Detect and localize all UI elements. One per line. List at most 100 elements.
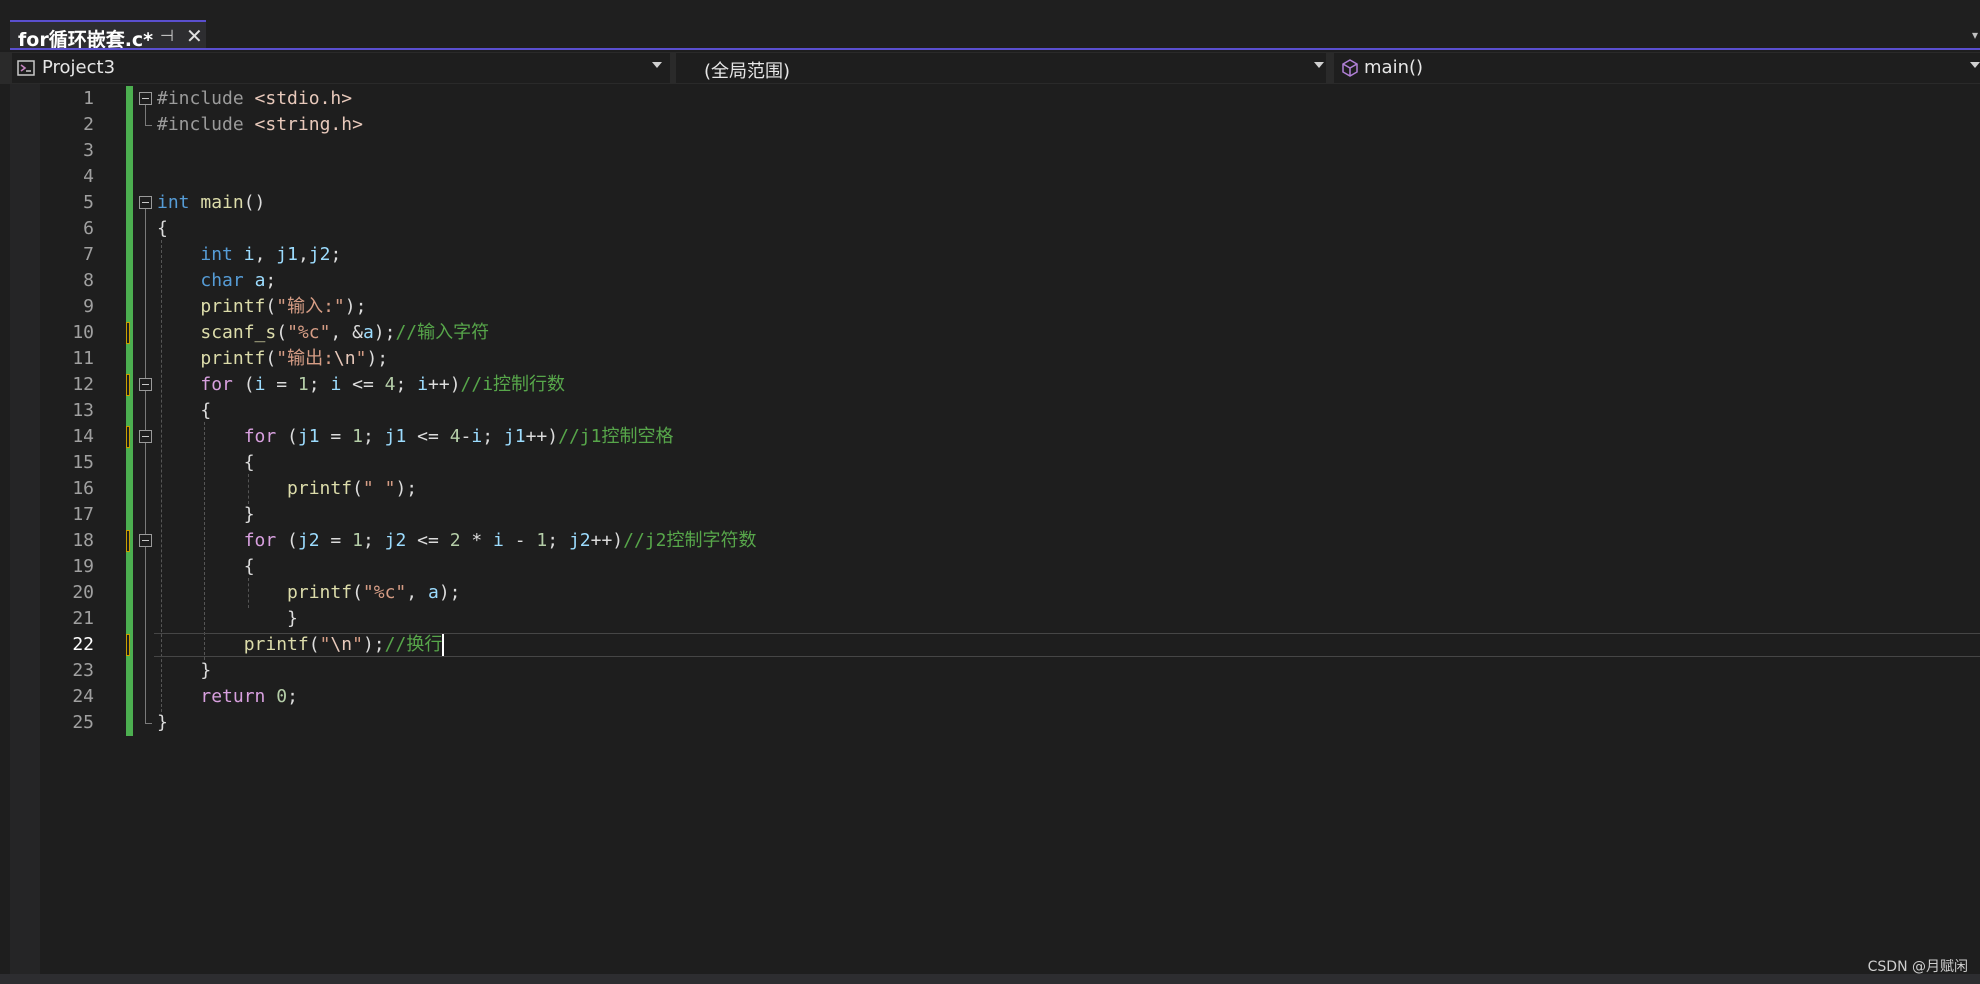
code-token: , [297, 244, 309, 265]
line-number: 20 [72, 582, 94, 603]
code-line[interactable]: } [157, 658, 211, 684]
code-line[interactable]: int i, j1,j2; [157, 242, 341, 268]
code-line[interactable]: scanf_s("%c", &a);//输入字符 [157, 320, 489, 346]
collapse-toggle-icon[interactable] [139, 430, 152, 443]
text-cursor [442, 634, 445, 656]
code-token: ++) [590, 530, 624, 551]
code-line[interactable]: printf("输入:"); [157, 294, 366, 320]
code-line[interactable]: for (i = 1; i <= 4; i++)//i控制行数 [157, 372, 565, 398]
code-line[interactable]: printf("\n");//换行 [157, 632, 443, 658]
code-token: ( [265, 296, 277, 317]
code-token: ); [344, 296, 367, 317]
line-number: 17 [72, 504, 94, 525]
line-number: 18 [72, 530, 94, 551]
line-number: 23 [72, 660, 94, 681]
code-line[interactable]: printf("输出:\n"); [157, 346, 388, 372]
code-token: i [417, 374, 429, 395]
code-line[interactable]: } [157, 710, 168, 736]
collapse-toggle-icon[interactable] [139, 92, 152, 105]
collapse-toggle-icon[interactable] [139, 534, 152, 547]
code-token: //j2控制字符数 [623, 530, 757, 551]
tab-accent-line [10, 48, 1980, 50]
code-token: printf [243, 634, 309, 655]
code-token: 1 [352, 530, 363, 551]
tab-for-loop-file[interactable]: for循环嵌套.c* ⊣ ✕ [10, 20, 206, 51]
document-tab-strip: for循环嵌套.c* ⊣ ✕ ▾ [0, 0, 1980, 51]
code-line[interactable]: printf(" "); [157, 476, 417, 502]
chevron-down-icon [1314, 62, 1324, 68]
line-number: 15 [72, 452, 94, 473]
code-token: , [406, 582, 428, 603]
code-line[interactable]: } [157, 606, 298, 632]
editor-bottom-strip [0, 974, 1980, 984]
code-token: ; [395, 374, 418, 395]
chevron-down-icon [652, 62, 662, 68]
collapse-toggle-icon[interactable] [139, 378, 152, 391]
code-line[interactable]: return 0; [157, 684, 298, 710]
member-dropdown[interactable]: main() [1334, 53, 1980, 83]
code-editor[interactable]: 1 #include <stdio.h> 2 #include <string.h> 3… [0, 84, 1980, 974]
code-line[interactable]: { [157, 554, 255, 580]
code-token: ++) [525, 426, 559, 447]
code-line[interactable]: int main() [157, 190, 265, 216]
code-token: j2 [384, 530, 407, 551]
code-token: j2 [297, 530, 320, 551]
chevron-down-icon [1970, 62, 1980, 68]
line-number: 11 [72, 348, 94, 369]
code-token: j1 [503, 426, 526, 447]
collapse-toggle-icon[interactable] [139, 196, 152, 209]
code-token: 0 [276, 686, 288, 707]
project-icon [17, 60, 35, 76]
visual-studio-window: for循环嵌套.c* ⊣ ✕ ▾ Project3 (全局范围) main() … [0, 0, 1980, 984]
code-line[interactable]: #include <stdio.h> [157, 86, 352, 112]
code-line[interactable]: printf("%c", a); [157, 580, 460, 606]
code-token: ( [276, 426, 298, 447]
code-token: printf [200, 296, 266, 317]
code-line[interactable]: for (j1 = 1; j1 <= 4-i; j1++)//j1控制空格 [157, 424, 674, 450]
code-token: //换行 [384, 634, 443, 655]
line-number: 10 [72, 322, 94, 343]
code-line[interactable]: #include <string.h> [157, 112, 363, 138]
unsaved-change-marker [126, 322, 130, 344]
scope-dropdown-label: (全局范围) [704, 61, 791, 82]
code-line[interactable]: char a; [157, 268, 276, 294]
code-token: "输出: [276, 348, 334, 369]
code-line[interactable]: { [157, 450, 255, 476]
code-token: i [471, 426, 483, 447]
code-line[interactable]: { [157, 398, 211, 424]
code-token: * [460, 530, 494, 551]
code-line[interactable]: { [157, 216, 168, 242]
code-line[interactable]: } [157, 502, 255, 528]
code-token: = [265, 374, 298, 395]
project-dropdown[interactable]: Project3 [12, 53, 670, 83]
code-token: j2 [568, 530, 591, 551]
code-token: - [503, 530, 537, 551]
code-token: ; [330, 244, 342, 265]
code-token: //i控制行数 [460, 374, 566, 395]
code-token: { [157, 452, 255, 473]
code-token: ); [373, 322, 396, 343]
indicator-margin [10, 84, 40, 974]
close-icon[interactable]: ✕ [186, 24, 203, 48]
tab-overflow-chevron-icon[interactable]: ▾ [1972, 28, 1978, 42]
code-token: ; [362, 426, 385, 447]
scope-dropdown[interactable]: (全局范围) [676, 53, 1326, 83]
code-token: <= [341, 374, 385, 395]
code-token: " [355, 348, 367, 369]
code-token: ( [276, 322, 288, 343]
pin-icon[interactable]: ⊣ [160, 26, 174, 45]
line-number: 13 [72, 400, 94, 421]
code-token: a [254, 270, 266, 291]
outline-line [145, 209, 146, 723]
code-token: ; [308, 374, 331, 395]
code-line[interactable]: for (j2 = 1; j2 <= 2 * i - 1; j2++)//j2控… [157, 528, 757, 554]
code-token: = [319, 530, 353, 551]
